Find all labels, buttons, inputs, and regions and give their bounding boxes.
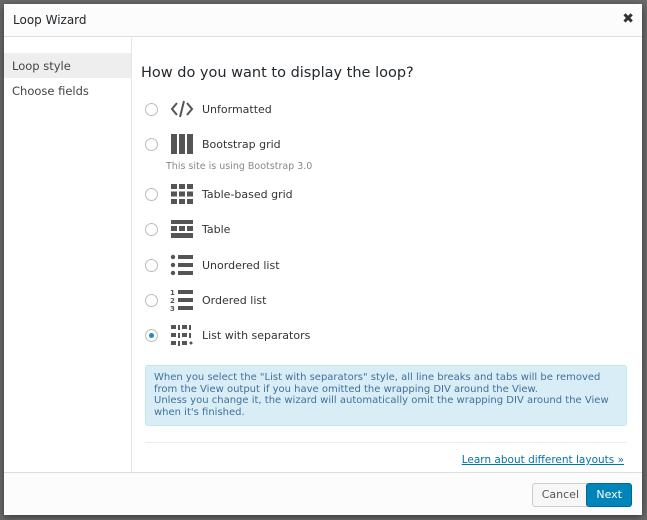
svg-text:3: 3 [170, 305, 175, 311]
svg-text:1: 1 [170, 289, 175, 297]
option-list-with-separators[interactable]: List with separators [141, 323, 310, 347]
wizard-main: How do you want to display the loop? Unf… [141, 38, 627, 466]
option-unformatted[interactable]: Unformatted [141, 97, 272, 121]
option-label: Table-based grid [202, 187, 293, 201]
unordered-list-icon [170, 254, 193, 276]
option-label: Bootstrap grid [202, 137, 281, 151]
option-bootstrap-grid[interactable]: Bootstrap grid [141, 132, 281, 156]
option-label: Unformatted [202, 102, 272, 116]
bootstrap-note: This site is using Bootstrap 3.0 [166, 161, 313, 172]
page-title: How do you want to display the loop? [141, 65, 414, 81]
divider [145, 442, 627, 443]
dialog-header: Loop Wizard ✖ [4, 4, 642, 37]
radio-bootstrap-grid[interactable] [145, 137, 158, 151]
radio-table-based-grid[interactable] [145, 187, 158, 201]
option-table[interactable]: Table [141, 217, 230, 241]
radio-ordered-list[interactable] [145, 293, 158, 307]
option-label: Table [202, 222, 231, 236]
info-line: Unless you change it, the wizard will au… [154, 395, 609, 418]
code-icon [170, 100, 194, 118]
cancel-button[interactable]: Cancel [531, 483, 589, 507]
radio-unordered-list[interactable] [145, 258, 158, 272]
table-icon [171, 220, 193, 238]
option-ordered-list[interactable]: 123 Ordered list [141, 288, 266, 312]
info-line: When you select the "List with separator… [154, 372, 601, 395]
grid-icon [171, 184, 193, 204]
columns-icon [171, 134, 193, 154]
option-unordered-list[interactable]: Unordered list [141, 253, 280, 277]
ordered-list-icon: 123 [170, 289, 193, 311]
option-table-based-grid[interactable]: Table-based grid [141, 182, 293, 206]
next-button[interactable]: Next [586, 483, 632, 507]
dialog-footer: Cancel Next [4, 472, 642, 515]
wizard-sidebar: Loop style Choose fields [4, 38, 132, 473]
info-notice: When you select the "List with separator… [145, 365, 627, 426]
close-icon[interactable]: ✖ [622, 11, 634, 27]
dialog-title: Loop Wizard [13, 13, 87, 27]
sidebar-item-loop-style[interactable]: Loop style [4, 53, 131, 78]
svg-text:2: 2 [170, 297, 175, 305]
sidebar-item-choose-fields[interactable]: Choose fields [4, 78, 131, 103]
option-label: List with separators [202, 328, 311, 342]
radio-table[interactable] [145, 222, 158, 236]
separator-list-icon [171, 325, 193, 346]
learn-layouts-link[interactable]: Learn about different layouts » [462, 454, 624, 466]
loop-wizard-dialog: Loop Wizard ✖ Loop style Choose fields H… [4, 4, 642, 515]
option-label: Unordered list [202, 258, 280, 272]
radio-list-with-separators[interactable] [145, 328, 158, 342]
option-label: Ordered list [202, 293, 267, 307]
radio-unformatted[interactable] [145, 102, 158, 116]
